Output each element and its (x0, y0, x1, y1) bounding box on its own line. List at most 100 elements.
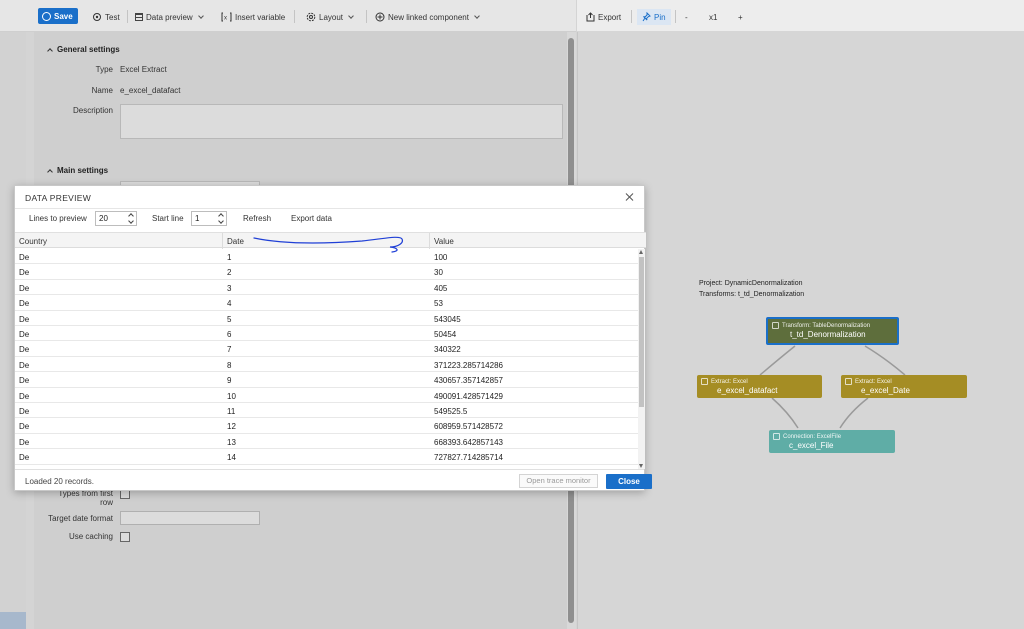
variable-icon: x (221, 12, 232, 22)
column-divider[interactable] (429, 233, 430, 249)
project-line: Project: DynamicDenormalization (699, 280, 803, 287)
target-date-format-label: Target date format (48, 514, 113, 523)
table-body: De 1 100 De 2 30 De 3 405 De 4 53 De 5 543045 De 6 50454 D… (15, 249, 638, 466)
svg-text:x: x (224, 16, 227, 22)
extract-node-type: Extract: Excel (845, 378, 967, 385)
save-button[interactable]: Save (38, 8, 78, 24)
extract-icon (701, 378, 708, 385)
type-label: Type (95, 65, 113, 74)
data-preview-button[interactable]: Data preview (135, 9, 204, 25)
scroll-down-icon[interactable] (639, 464, 643, 468)
cell-value: 100 (434, 253, 448, 262)
pin-button[interactable]: Pin (637, 9, 671, 25)
transform-node-type: Transform: TableDenormalization (772, 322, 897, 329)
cell-date: 8 (227, 360, 232, 370)
lines-to-preview-label: Lines to preview (29, 214, 87, 223)
annotation-scribble (253, 236, 403, 253)
cell-country: De (19, 268, 30, 278)
table-row[interactable]: De 9 430657.357142857 (15, 372, 638, 388)
close-icon[interactable] (625, 192, 635, 202)
table-row[interactable]: De 12 608959.571428572 (15, 418, 638, 434)
cell-country: De (19, 283, 30, 293)
connection-node[interactable]: Connection: ExcelFile c_excel_File (769, 430, 895, 453)
use-caching-checkbox[interactable] (120, 532, 130, 542)
cell-date: 6 (227, 330, 232, 339)
plug-icon (773, 433, 780, 440)
zoom-in-button[interactable]: + (738, 9, 743, 25)
cell-country: De (19, 345, 30, 355)
table-row[interactable]: De 6 50454 (15, 326, 638, 342)
layout-button[interactable]: Layout (306, 9, 354, 25)
main-toolbar: Save Test Data preview x Insert variable… (0, 0, 576, 32)
scroll-up-icon[interactable] (639, 250, 643, 254)
project-name: DynamicDenormalization (724, 280, 803, 287)
table-row[interactable]: De 3 405 (15, 280, 638, 296)
toolbar-divider (294, 10, 295, 23)
cell-date: 4 (227, 299, 232, 309)
toolbar-divider (127, 10, 128, 23)
cell-date: 10 (227, 391, 236, 401)
use-caching-label: Use caching (68, 532, 113, 541)
table-row[interactable]: De 14 727827.714285714 (15, 449, 638, 465)
table-row[interactable]: De 11 549525.5 (15, 403, 638, 419)
general-settings-header[interactable]: General settings (47, 45, 120, 54)
column-divider[interactable] (222, 233, 223, 249)
transform-node[interactable]: Transform: TableDenormalization t_td_Den… (766, 317, 899, 345)
cell-value: 608959.571428572 (434, 422, 503, 432)
types-first-row-label-line2: row (100, 498, 113, 507)
cell-value: 340322 (434, 345, 461, 355)
stepper-icon[interactable] (128, 213, 134, 224)
cell-value: 549525.5 (434, 407, 468, 416)
extract-node-date[interactable]: Extract: Excel e_excel_Date (841, 375, 967, 398)
dialog-divider (15, 208, 644, 209)
column-header-value[interactable]: Value (434, 237, 454, 246)
export-button[interactable]: Export (586, 9, 621, 25)
table-scrollbar[interactable] (638, 249, 645, 469)
table-row[interactable]: De 7 340322 (15, 341, 638, 357)
connection-type-label: Connection: ExcelFile (783, 433, 842, 440)
description-label: Description (72, 106, 113, 115)
extract-node-datafact[interactable]: Extract: Excel e_excel_datafact (697, 375, 822, 398)
stepper-icon[interactable] (218, 213, 224, 224)
table-row[interactable]: De 10 490091.428571429 (15, 388, 638, 403)
target-date-format-input[interactable] (120, 511, 260, 525)
description-input[interactable] (120, 104, 563, 139)
refresh-button[interactable]: Refresh (243, 214, 271, 223)
collapse-caret-icon (47, 168, 53, 175)
chevron-down-icon (348, 13, 354, 19)
cell-date: 5 (227, 314, 232, 324)
transforms-prefix: Transforms: (699, 291, 739, 298)
column-header-country[interactable]: Country (19, 237, 47, 246)
transforms-name: t_td_Denormalization (738, 291, 805, 298)
test-button[interactable]: Test (92, 9, 120, 25)
open-trace-monitor-button[interactable]: Open trace monitor (519, 474, 598, 488)
table-row[interactable]: De 8 371223.285714286 (15, 357, 638, 373)
insert-variable-button[interactable]: x Insert variable (221, 9, 285, 25)
export-data-button[interactable]: Export data (291, 214, 332, 223)
zoom-out-button[interactable]: - (685, 9, 688, 25)
close-button[interactable]: Close (606, 474, 652, 489)
extract2-type-label: Extract: Excel (855, 378, 892, 385)
transform-icon (772, 322, 779, 329)
cell-country: De (19, 299, 30, 309)
insert-variable-label: Insert variable (235, 12, 286, 22)
main-settings-header[interactable]: Main settings (47, 166, 108, 175)
new-linked-component-button[interactable]: New linked component (375, 9, 480, 25)
table-row[interactable]: De 2 30 (15, 264, 638, 280)
lines-to-preview-input[interactable]: 20 (95, 211, 137, 226)
table-row[interactable]: De 13 668393.642857143 (15, 434, 638, 450)
cell-value: 30 (434, 268, 443, 278)
extract-node-type: Extract: Excel (701, 378, 822, 385)
types-first-row-label: Types from first row (0, 489, 113, 507)
pin-icon (642, 12, 651, 22)
table-row[interactable]: De 4 53 (15, 295, 638, 311)
scrollbar-thumb[interactable] (639, 257, 644, 407)
column-header-date[interactable]: Date (227, 237, 244, 246)
start-line-value: 1 (195, 214, 200, 223)
table-row[interactable]: De 5 543045 (15, 311, 638, 326)
extract-node-name: e_excel_datafact (717, 386, 778, 395)
name-value[interactable]: e_excel_datafact (120, 86, 181, 95)
start-line-input[interactable]: 1 (191, 211, 227, 226)
cell-date: 1 (227, 253, 232, 262)
cell-date: 11 (227, 407, 236, 416)
